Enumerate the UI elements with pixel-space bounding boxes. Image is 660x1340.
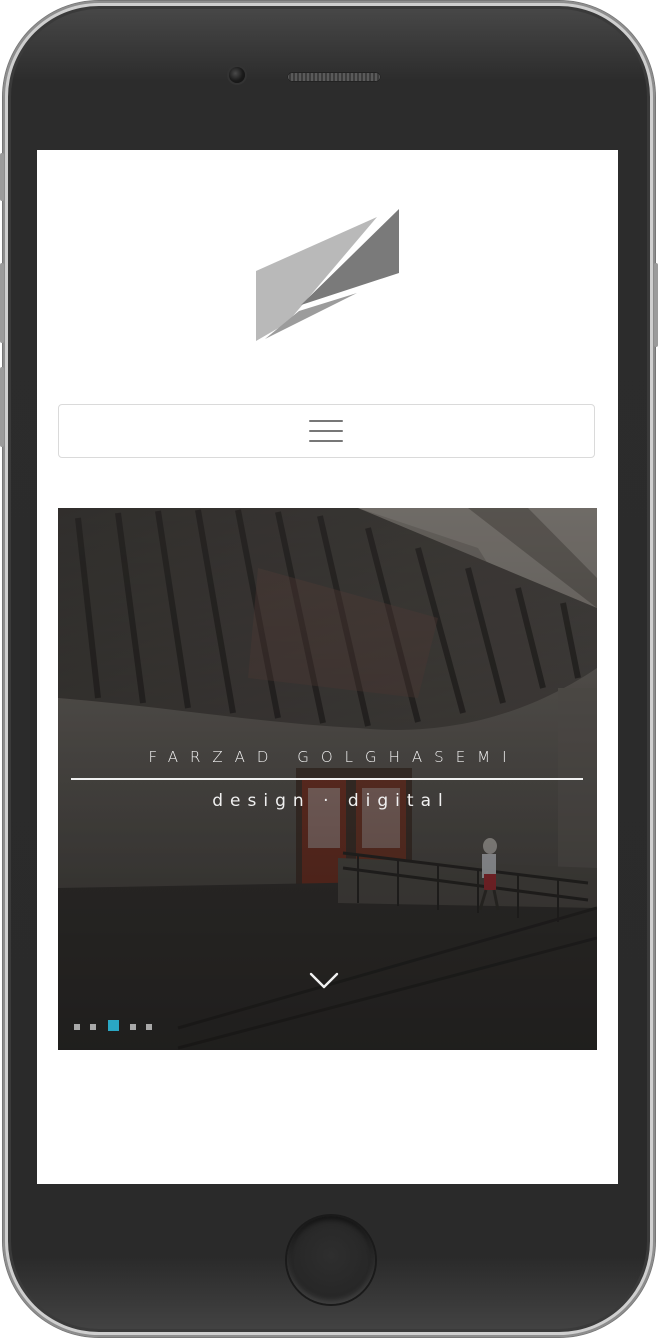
hero-divider <box>71 778 583 780</box>
site-logo[interactable] <box>253 205 403 345</box>
hero-subtitle: design · digital <box>212 791 450 811</box>
slider-dot-5[interactable] <box>146 1024 152 1030</box>
screen: FARZAD GOLGHASEMI design · digital <box>37 150 618 1184</box>
hamburger-menu-icon <box>309 420 343 422</box>
chevron-down-icon[interactable] <box>308 970 340 992</box>
folded-parallelogram-logo-icon <box>256 209 399 341</box>
hamburger-line <box>309 430 343 432</box>
navbar <box>58 404 595 458</box>
hero-slider[interactable]: FARZAD GOLGHASEMI design · digital <box>58 508 597 1050</box>
mute-switch <box>0 153 4 201</box>
hamburger-menu-button[interactable] <box>309 418 345 444</box>
volume-down-button <box>0 367 4 447</box>
volume-up-button <box>0 263 4 343</box>
slider-dot-4[interactable] <box>130 1024 136 1030</box>
power-button <box>654 263 658 347</box>
front-camera <box>229 67 245 83</box>
slider-dot-2[interactable] <box>90 1024 96 1030</box>
earpiece-speaker <box>287 72 381 82</box>
hero-title: FARZAD GOLGHASEMI <box>148 748 519 766</box>
slider-dot-3-active[interactable] <box>108 1020 119 1031</box>
home-button[interactable] <box>287 1216 375 1304</box>
hamburger-line <box>309 440 343 442</box>
slider-dot-1[interactable] <box>74 1024 80 1030</box>
